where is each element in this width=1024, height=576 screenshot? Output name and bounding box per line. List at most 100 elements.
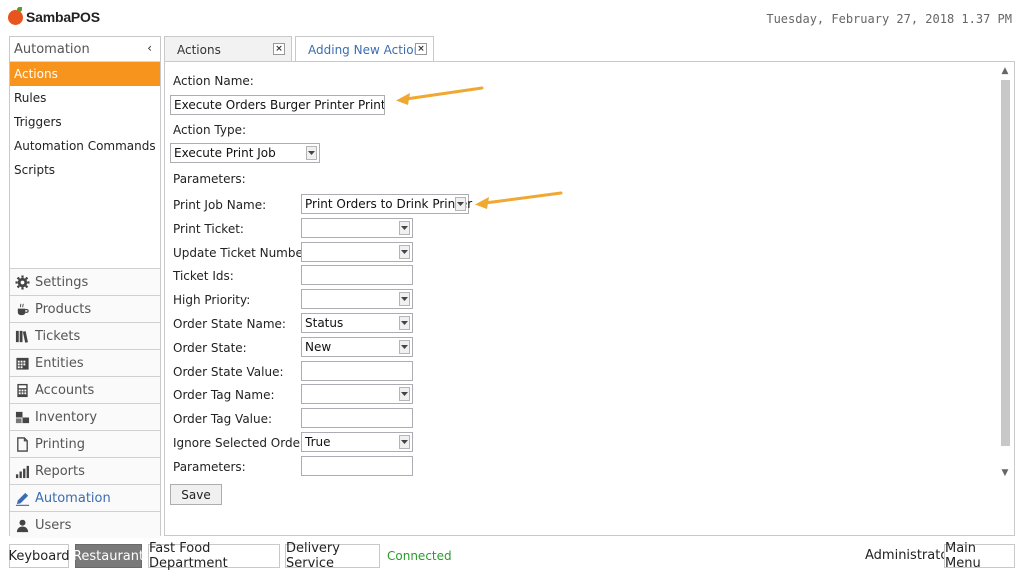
app-name: SambaPOS	[26, 9, 100, 25]
nav-users[interactable]: Users	[10, 511, 160, 538]
vertical-scrollbar[interactable]: ▲ ▼	[999, 66, 1011, 478]
param-input[interactable]	[301, 265, 413, 285]
param-label: Ignore Selected Orders:	[173, 436, 316, 450]
calculator-icon	[14, 382, 30, 398]
app-header: SambaPOS Tuesday, February 27, 2018 1.37…	[0, 0, 1024, 34]
nav-label: Settings	[35, 274, 89, 290]
param-select[interactable]	[301, 289, 413, 309]
param-select[interactable]: Print Orders to Drink Printer	[301, 194, 472, 214]
nav-settings[interactable]: Settings	[10, 268, 160, 295]
nav-inventory[interactable]: Inventory	[10, 403, 160, 430]
param-label: Order State:	[173, 341, 247, 355]
nav-accounts[interactable]: Accounts	[10, 376, 160, 403]
close-icon[interactable]: ×	[273, 43, 285, 55]
param-select[interactable]: Status	[301, 313, 413, 333]
restaurant-button[interactable]: Restaurant	[73, 544, 144, 568]
param-select[interactable]	[301, 218, 413, 238]
param-label: Ticket Ids:	[173, 269, 234, 283]
nav-label: Automation	[35, 490, 111, 506]
tab-label: Actions	[177, 42, 221, 57]
param-label: Order Tag Name:	[173, 388, 275, 402]
samba-logo-icon	[8, 6, 23, 25]
tab-label: Adding New Action	[308, 43, 422, 57]
sidebar-title: Automation	[14, 41, 90, 57]
param-label: Update Ticket Number:	[173, 246, 312, 260]
scroll-down-icon[interactable]: ▼	[999, 468, 1011, 480]
nav-label: Printing	[35, 436, 86, 452]
chevron-down-icon[interactable]	[455, 197, 466, 211]
status-bar: Keyboard Restaurant Fast Food Department…	[0, 541, 1024, 572]
collapse-icon[interactable]: ‹	[147, 41, 152, 55]
chevron-down-icon[interactable]	[399, 340, 410, 354]
chevron-down-icon[interactable]	[399, 435, 410, 449]
app-logo: SambaPOS	[8, 6, 100, 25]
nav-label: Accounts	[35, 382, 95, 398]
param-value: True	[305, 435, 331, 449]
param-input[interactable]	[301, 456, 413, 476]
sidebar: Automation ‹ Actions Rules Triggers Auto…	[9, 36, 161, 538]
nav-reports[interactable]: Reports	[10, 457, 160, 484]
chevron-down-icon[interactable]	[399, 316, 410, 330]
param-label: Parameters:	[173, 460, 246, 474]
main-menu-button[interactable]: Main Menu	[944, 541, 1015, 571]
param-select[interactable]: True	[301, 432, 413, 452]
chevron-down-icon[interactable]	[306, 146, 317, 160]
tab-adding-new-action[interactable]: Adding New Action ×	[295, 36, 434, 63]
nav-label: Entities	[35, 355, 84, 371]
sidebar-item-rules[interactable]: Rules	[10, 86, 160, 110]
nav-automation[interactable]: Automation	[10, 484, 160, 511]
user-icon	[14, 517, 30, 533]
param-select[interactable]	[301, 242, 413, 262]
chevron-down-icon[interactable]	[399, 221, 410, 235]
sidebar-item-actions[interactable]: Actions	[10, 62, 160, 86]
calendar-icon	[14, 355, 30, 371]
sidebar-item-automation-commands[interactable]: Automation Commands	[10, 134, 160, 158]
scroll-up-icon[interactable]: ▲	[999, 66, 1011, 78]
coffee-cup-icon	[14, 301, 30, 317]
nav-entities[interactable]: Entities	[10, 349, 160, 376]
pencil-icon	[14, 490, 30, 506]
param-label: Order State Value:	[173, 365, 284, 379]
param-select[interactable]: New	[301, 337, 413, 357]
delivery-service-button[interactable]: Delivery Service	[285, 541, 380, 571]
sidebar-header: Automation ‹	[10, 37, 160, 62]
nav-label: Users	[35, 517, 72, 533]
param-label: Print Job Name:	[173, 198, 267, 212]
close-icon[interactable]: ×	[415, 43, 427, 55]
param-label: Print Ticket:	[173, 222, 244, 236]
keyboard-button[interactable]: Keyboard	[8, 544, 70, 568]
action-name-input[interactable]: Execute Orders Burger Printer Print Job	[170, 95, 385, 115]
chevron-down-icon[interactable]	[399, 292, 410, 306]
fast-food-department-button[interactable]: Fast Food Department	[148, 541, 280, 571]
module-nav: Settings Products Tickets Entities Accou…	[10, 268, 160, 538]
sidebar-item-triggers[interactable]: Triggers	[10, 110, 160, 134]
nav-products[interactable]: Products	[10, 295, 160, 322]
boxes-icon	[14, 409, 30, 425]
datetime-display: Tuesday, February 27, 2018 1.37 PM	[766, 12, 1012, 26]
nav-printing[interactable]: Printing	[10, 430, 160, 457]
param-label: Order State Name:	[173, 317, 286, 331]
current-user: Administrator	[865, 548, 954, 563]
nav-label: Products	[35, 301, 92, 317]
action-editor-panel: Action Name: Execute Orders Burger Print…	[164, 61, 1015, 536]
nav-label: Tickets	[35, 328, 81, 344]
sidebar-item-scripts[interactable]: Scripts	[10, 158, 160, 182]
chevron-down-icon[interactable]	[399, 245, 410, 259]
scrollbar-thumb[interactable]	[1001, 80, 1010, 446]
parameters-header: Parameters:	[173, 172, 246, 186]
connection-status: Connected	[387, 549, 452, 563]
nav-tickets[interactable]: Tickets	[10, 322, 160, 349]
param-input[interactable]	[301, 408, 413, 428]
gear-icon	[14, 274, 30, 290]
action-type-select[interactable]: Execute Print Job	[170, 143, 320, 163]
tab-actions[interactable]: Actions ×	[164, 36, 292, 62]
chevron-down-icon[interactable]	[399, 387, 410, 401]
annotation-arrow-icon	[396, 86, 484, 105]
action-type-value: Execute Print Job	[174, 146, 276, 160]
books-icon	[14, 328, 30, 344]
param-value: New	[305, 340, 332, 354]
param-input[interactable]	[301, 361, 413, 381]
param-select[interactable]	[301, 384, 413, 404]
save-button[interactable]: Save	[170, 484, 222, 505]
action-type-label: Action Type:	[173, 123, 247, 137]
